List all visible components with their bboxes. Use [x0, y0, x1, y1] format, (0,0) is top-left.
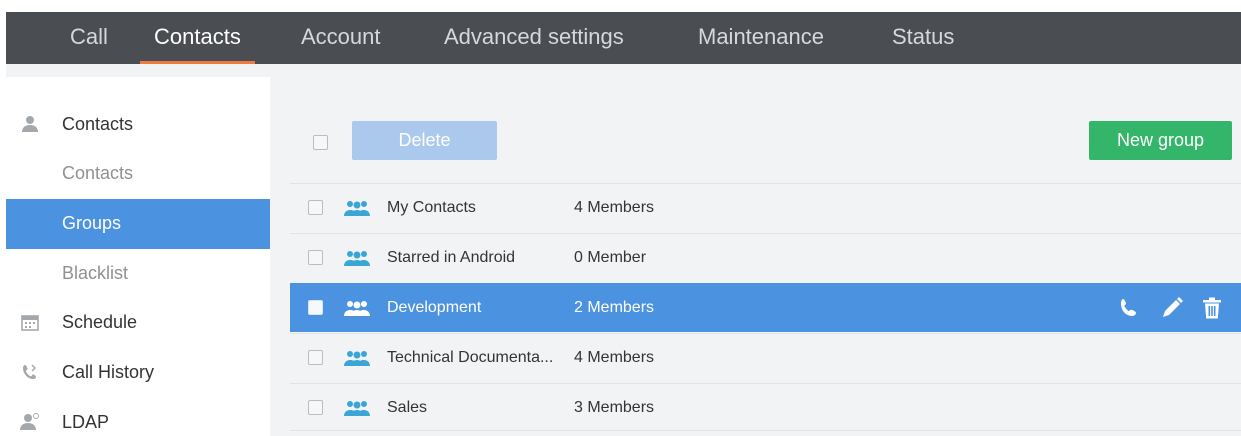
- ldap-person-icon: [20, 412, 40, 432]
- select-all-checkbox[interactable]: [313, 135, 328, 150]
- nav-tab-maintenance[interactable]: Maintenance: [698, 12, 824, 64]
- top-navigation: Call Contacts Account Advanced settings …: [6, 12, 1241, 64]
- sidebar-item-label: Blacklist: [62, 263, 129, 283]
- table-row[interactable]: Sales 3 Members: [290, 383, 1241, 432]
- delete-icon[interactable]: [1200, 296, 1224, 320]
- group-name: Starred in Android: [387, 249, 516, 266]
- group-icon: [342, 199, 372, 222]
- sidebar-section-ldap[interactable]: LDAP: [6, 397, 270, 436]
- call-icon[interactable]: [1117, 296, 1141, 320]
- group-icon: [342, 299, 372, 322]
- group-name: My Contacts: [387, 199, 476, 216]
- group-icon: [342, 249, 372, 272]
- nav-tab-advanced-settings[interactable]: Advanced settings: [444, 12, 624, 64]
- table-row[interactable]: Technical Documenta... 4 Members: [290, 333, 1241, 382]
- sidebar-item-contacts[interactable]: Contacts: [6, 149, 270, 199]
- row-checkbox[interactable]: [308, 350, 323, 365]
- sidebar-item-label: Contacts: [62, 163, 134, 183]
- new-group-button[interactable]: New group: [1089, 121, 1232, 160]
- phone-history-icon: [20, 362, 40, 382]
- row-checkbox[interactable]: [308, 400, 323, 415]
- sidebar-section-contacts[interactable]: Contacts: [6, 99, 270, 149]
- group-icon: [342, 349, 372, 372]
- sidebar-section-label: Schedule: [62, 311, 138, 332]
- calendar-icon: [20, 312, 40, 332]
- table-row-selected[interactable]: Development 2 Members: [290, 283, 1241, 332]
- person-icon: [20, 114, 40, 134]
- group-icon: [342, 399, 372, 422]
- sidebar-section-label: Contacts: [62, 113, 134, 134]
- edit-icon[interactable]: [1160, 296, 1184, 320]
- group-member-count: 2 Members: [574, 299, 655, 316]
- nav-tab-contacts-label: Contacts: [154, 24, 241, 49]
- nav-tab-call[interactable]: Call: [70, 12, 108, 64]
- table-row[interactable]: My Contacts 4 Members: [290, 183, 1241, 232]
- group-member-count: 4 Members: [574, 199, 655, 216]
- group-name: Sales: [387, 399, 428, 416]
- row-checkbox[interactable]: [308, 250, 323, 265]
- delete-button[interactable]: Delete: [352, 121, 497, 160]
- sidebar: Contacts Contacts Groups Blacklist Sched…: [6, 77, 270, 436]
- nav-tab-status[interactable]: Status: [892, 12, 954, 64]
- group-name: Development: [387, 299, 482, 316]
- sidebar-item-label: Groups: [62, 213, 122, 233]
- group-name: Technical Documenta...: [387, 349, 554, 366]
- table-row[interactable]: Starred in Android 0 Member: [290, 233, 1241, 282]
- row-checkbox[interactable]: [308, 300, 323, 315]
- sidebar-top-gap: [6, 64, 270, 77]
- sidebar-item-blacklist[interactable]: Blacklist: [6, 249, 270, 299]
- sidebar-section-schedule[interactable]: Schedule: [6, 297, 270, 347]
- sidebar-item-groups[interactable]: Groups: [6, 199, 270, 249]
- group-member-count: 0 Member: [574, 249, 647, 266]
- table-bottom-divider: [290, 430, 1241, 431]
- group-member-count: 4 Members: [574, 349, 655, 366]
- sidebar-section-label: Call History: [62, 361, 155, 382]
- group-member-count: 3 Members: [574, 399, 655, 416]
- row-checkbox[interactable]: [308, 200, 323, 215]
- sidebar-section-label: LDAP: [62, 411, 110, 432]
- nav-tab-contacts[interactable]: Contacts: [140, 12, 255, 64]
- nav-tab-account[interactable]: Account: [301, 12, 381, 64]
- sidebar-section-call-history[interactable]: Call History: [6, 347, 270, 397]
